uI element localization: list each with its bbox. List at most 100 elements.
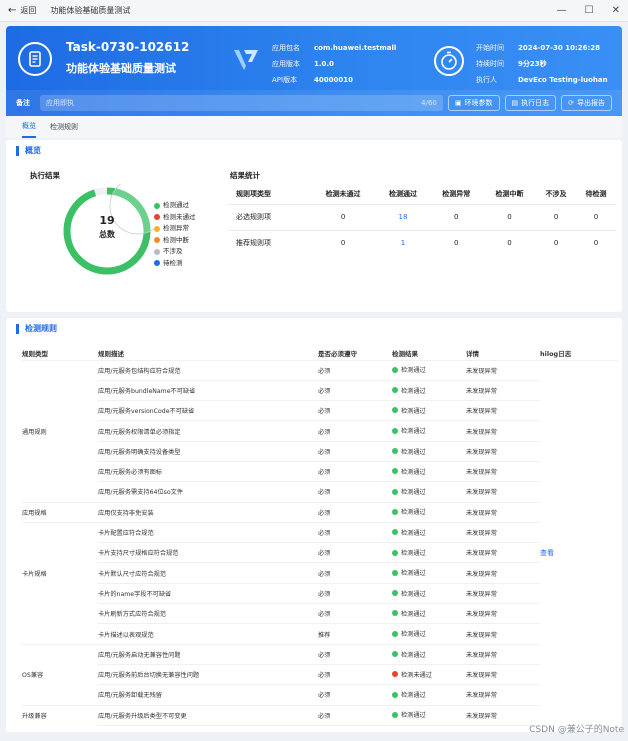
env-icon: ▣ (454, 99, 462, 107)
stats-cell[interactable]: 18 (376, 203, 430, 230)
rule-result: 检测通过 (392, 731, 426, 732)
rule-result-label: 检测通过 (401, 407, 426, 415)
rule-category: 升级兼容 (22, 704, 98, 726)
rule-description: 应用/元服务bundleName不可缺省 (98, 379, 318, 401)
stats-cell: 0 (576, 203, 616, 230)
rule-row: 应用规格 应用仅支持非免安装 必须 检测通过 未发现异常 (22, 501, 618, 523)
version-value: 1.0.0 (314, 60, 334, 68)
exec-log-button[interactable]: ▤ 执行日志 (504, 95, 557, 111)
rule-result-label: 检测通过 (401, 489, 426, 497)
rule-result-cell: 检测通过 (392, 379, 466, 401)
rule-description: 应用/元服务明确支持设备类型 (98, 440, 318, 462)
export-icon: ⟳ (568, 99, 574, 107)
rule-required: 必须 (318, 481, 392, 503)
rule-description: 应用/元服务需支持64位so文件 (98, 481, 318, 503)
rule-detail: 未发现异常 (466, 643, 540, 665)
view-hilog-link[interactable]: 查看 (540, 549, 554, 557)
rules-header[interactable]: 检测结果 (392, 346, 466, 360)
rule-category (22, 725, 98, 732)
maximize-icon[interactable]: ☐ (585, 5, 594, 16)
legend-label: 检测未通过 (163, 212, 196, 221)
rule-result-label: 检测通过 (401, 367, 426, 375)
stats-cell: 0 (576, 229, 616, 256)
rule-detail: 未发现异常 (466, 440, 540, 462)
rule-required: 必须 (318, 440, 392, 462)
rule-category (22, 604, 98, 624)
api-value: 40000010 (314, 76, 353, 84)
notes-counter: 4/60 (421, 99, 437, 107)
rule-result: 检测通过 (392, 548, 426, 557)
version-label: 应用版本 (272, 60, 300, 68)
rule-detail: 未发现异常 (466, 663, 540, 685)
rule-category (22, 401, 98, 421)
notes-label: 备注 (16, 99, 30, 107)
status-dot-icon (392, 711, 398, 718)
notes-placeholder: 应用即执 (46, 99, 74, 107)
rule-required: 必须 (318, 704, 392, 726)
stats-title: 结果统计 (230, 171, 260, 180)
status-dot-icon (392, 387, 398, 394)
rules-header: 规则描述 (98, 349, 124, 358)
rule-result: 检测通过 (392, 467, 426, 476)
back-arrow-icon: ← (8, 5, 17, 16)
rule-required: 必须 (318, 684, 392, 706)
rule-required: 必须 (318, 420, 392, 442)
start-label: 开始时间 (476, 44, 504, 52)
env-params-button[interactable]: ▣ 环境参数 (447, 95, 500, 111)
rule-result: 检测通过 (392, 386, 426, 395)
rules-header[interactable]: 是否必须遵守 (318, 346, 392, 360)
back-label: 返回 (20, 6, 37, 15)
stats-header: 检测异常 (442, 189, 471, 198)
rule-detail: 未发现异常 (466, 582, 540, 604)
rule-required: 必须 (318, 562, 392, 584)
rule-detail: 未发现异常 (466, 501, 540, 523)
rule-detail: 未发现异常 (466, 623, 540, 645)
legend-dot-icon (154, 225, 160, 232)
rule-category (22, 521, 98, 543)
stats-cell: 0 (482, 203, 537, 230)
legend-dot-icon (154, 237, 160, 244)
rule-result-cell: 检测通过 (392, 460, 466, 482)
tab-overview[interactable]: 概览 (22, 116, 36, 138)
rule-result: 检测通过 (392, 426, 426, 435)
stats-cell: 0 (429, 229, 483, 256)
stats-header: 检测未通过 (325, 189, 361, 198)
rule-required: 必须 (318, 359, 392, 381)
app-logo-icon (234, 50, 258, 70)
back-button[interactable]: ← 返回 (8, 5, 36, 16)
rule-row: 应用/元服务启动无兼容性问题 必须 检测通过 未发现异常 (22, 643, 618, 665)
rule-result-cell: 检测通过 (392, 501, 466, 523)
task-banner: Task-0730-102612 功能体验基础质量测试 应用包名 com.huaw… (6, 26, 622, 116)
legend-label: 待检测 (163, 258, 183, 267)
stats-cell: 0 (309, 203, 377, 230)
rule-description: 应用/元服务卸载无残留 (98, 684, 318, 706)
legend-item: 检测中断 (154, 235, 196, 247)
rule-category: 应用规格 (22, 501, 98, 523)
rule-result: 检测通过 (392, 650, 426, 659)
rule-required: 必须 (318, 603, 392, 624)
run-info: 开始时间 2024-07-30 10:26:28 持续时间 9分23秒 执行人 Dev… (476, 40, 608, 88)
rule-description: 应用/元服务权限清单必须指定 (98, 420, 318, 442)
api-label: API版本 (272, 76, 298, 84)
tab-rules[interactable]: 检测规则 (50, 117, 78, 137)
rule-row: 应用/元服务必须有图标 必须 检测通过 未发现异常 (22, 460, 618, 482)
rules-header: hilog日志 (540, 349, 572, 358)
rule-result-cell: 检测通过 (392, 542, 466, 563)
legend-dot-icon (154, 202, 160, 209)
stats-cell[interactable]: 1 (376, 229, 430, 256)
package-value: com.huawei.testmall (314, 44, 397, 52)
minimize-icon[interactable]: — (557, 5, 567, 16)
stats-header: 检测中断 (495, 189, 524, 198)
rule-category (22, 643, 98, 665)
export-report-button[interactable]: ⟳ 导出报告 (561, 95, 612, 111)
rule-row: 卡片刷新方式应符合规范 必须 检测通过 未发现异常 (22, 603, 618, 624)
close-icon[interactable]: ✕ (612, 5, 620, 16)
rule-detail: 未发现异常 (466, 603, 540, 624)
rule-result-cell: 检测通过 (392, 521, 466, 543)
status-dot-icon (392, 488, 398, 495)
rule-category (22, 624, 98, 644)
stats-row: 推荐规则项 0 1 0 0 0 0 (228, 229, 616, 256)
watermark: CSDN @兼公子的Note (529, 725, 624, 735)
notes-input[interactable]: 应用即执 4/60 (40, 95, 443, 111)
env-params-label: 环境参数 (464, 99, 493, 107)
